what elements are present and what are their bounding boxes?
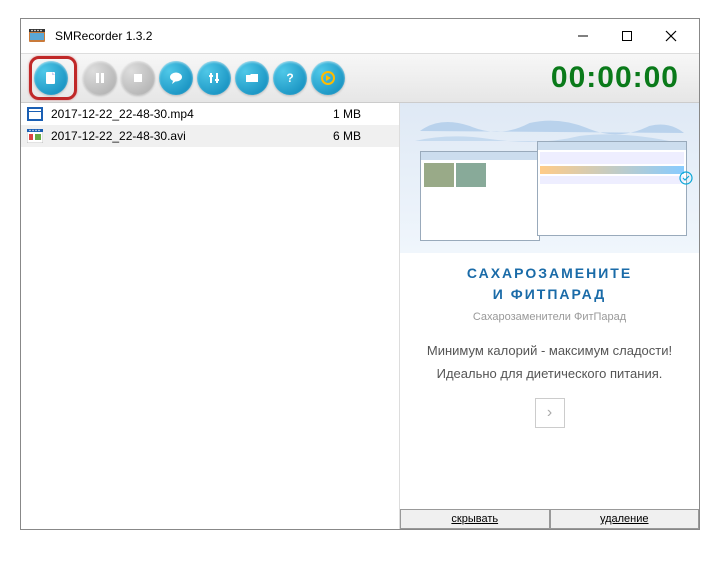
hide-ad-button[interactable]: скрывать [400,509,550,529]
stop-button[interactable] [121,61,155,95]
toolbar: ? 00:00:00 [21,53,699,103]
settings-button[interactable] [197,61,231,95]
file-size: 1 MB [333,107,393,121]
app-window: SMRecorder 1.3.2 [20,18,700,530]
pause-button[interactable] [83,61,117,95]
annotate-button[interactable] [159,61,193,95]
file-size: 6 MB [333,129,393,143]
ad-banner-image[interactable] [400,103,699,253]
ad-next-button[interactable]: › [535,398,565,428]
list-item[interactable]: 2017-12-22_22-48-30.avi 6 MB [21,125,399,147]
play-button[interactable] [311,61,345,95]
remove-ad-button[interactable]: удаление [550,509,700,529]
window-title: SMRecorder 1.3.2 [55,29,561,43]
file-name: 2017-12-22_22-48-30.avi [51,129,333,143]
ad-text: САХАРОЗАМЕНИТЕ И ФИТПАРАД Сахарозамените… [400,253,699,438]
video-file-icon [27,129,43,143]
titlebar: SMRecorder 1.3.2 [21,19,699,53]
app-icon [27,26,47,46]
help-button[interactable]: ? [273,61,307,95]
ad-controls: скрывать удаление [400,509,699,529]
list-item[interactable]: 2017-12-22_22-48-30.mp4 1 MB [21,103,399,125]
window-controls [561,21,693,51]
video-file-icon [27,107,43,121]
ad-subtitle: Сахарозаменители ФитПарад [420,311,679,323]
body-area: 2017-12-22_22-48-30.mp4 1 MB 2017-12-22_… [21,103,699,529]
close-button[interactable] [649,21,693,51]
file-name: 2017-12-22_22-48-30.mp4 [51,107,333,121]
svg-text:?: ? [286,71,293,85]
timer-display: 00:00:00 [551,61,679,95]
ad-body: Минимум калорий - максимум сладости! Иде… [420,339,679,386]
ad-panel: САХАРОЗАМЕНИТЕ И ФИТПАРАД Сахарозамените… [399,103,699,529]
file-list: 2017-12-22_22-48-30.mp4 1 MB 2017-12-22_… [21,103,399,529]
ad-headline: САХАРОЗАМЕНИТЕ И ФИТПАРАД [420,263,679,305]
new-record-button[interactable] [34,61,68,95]
highlight-ring [29,56,77,100]
minimize-button[interactable] [561,21,605,51]
ad-info-icon[interactable] [679,171,693,185]
folder-button[interactable] [235,61,269,95]
maximize-button[interactable] [605,21,649,51]
